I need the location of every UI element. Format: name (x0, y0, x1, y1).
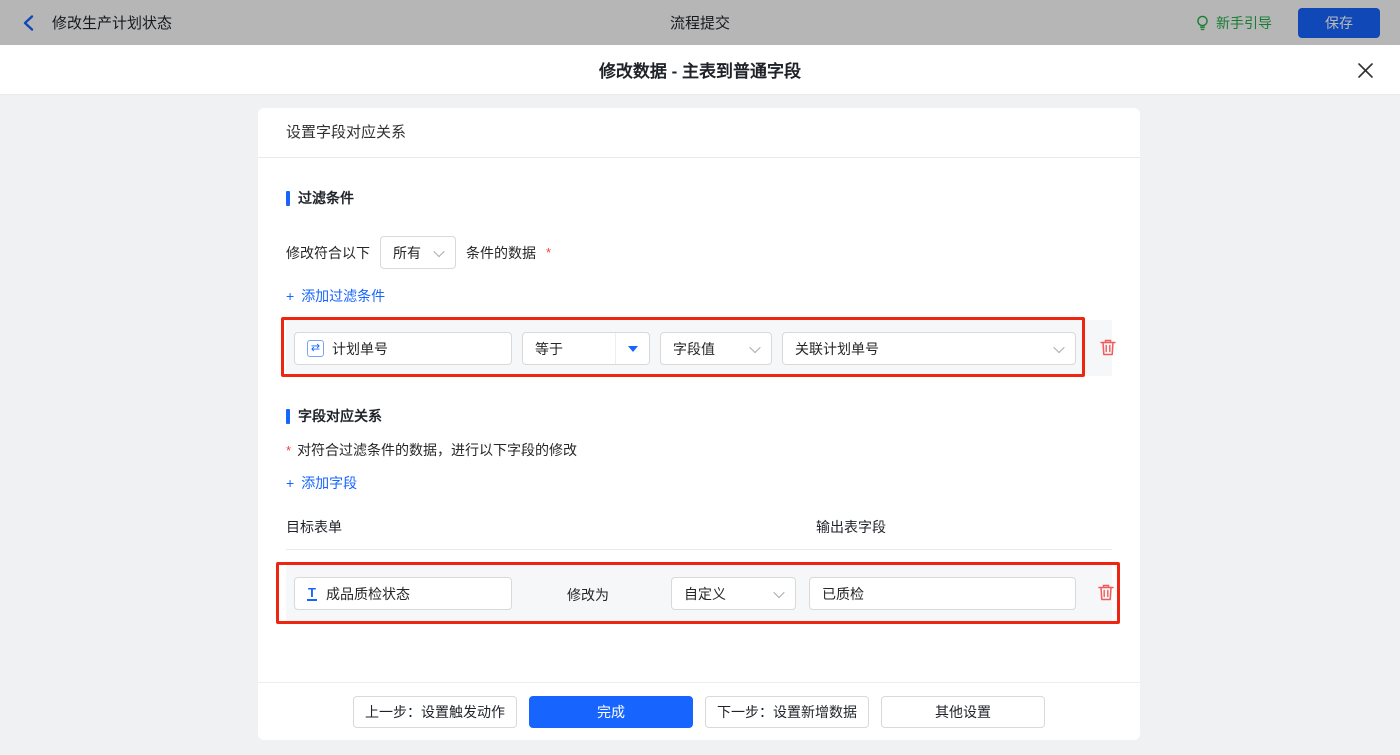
target-form-column-header: 目标表单 (286, 517, 816, 537)
delete-filter-row-button[interactable] (1098, 338, 1118, 358)
plus-icon: + (286, 288, 294, 304)
required-asterisk: * (546, 245, 551, 260)
match-suffix-label: 条件的数据 (466, 243, 536, 263)
filter-field-input[interactable]: ⇄ 计划单号 (294, 332, 512, 365)
filter-value-select[interactable]: 关联计划单号 (782, 332, 1076, 365)
required-asterisk: * (286, 443, 291, 458)
mapping-table-header: 目标表单 输出表字段 (286, 517, 1112, 550)
other-settings-button[interactable]: 其他设置 (881, 696, 1045, 728)
value-type-select[interactable]: 字段值 (660, 332, 772, 365)
card-footer: 上一步：设置触发动作 完成 下一步：设置新增数据 其他设置 (258, 682, 1140, 740)
trash-icon (1097, 583, 1115, 602)
modal-title: 修改数据 - 主表到普通字段 (599, 57, 801, 82)
output-field-column-header: 输出表字段 (816, 517, 886, 537)
custom-value-input[interactable]: 已质检 (809, 577, 1076, 610)
modal-dim-overlay (0, 0, 1400, 45)
section-accent-bar (286, 191, 290, 206)
edit-data-modal: 修改数据 - 主表到普通字段 设置字段对应关系 过滤条件 修改符合以下 所有 (0, 45, 1400, 755)
chevron-down-icon (773, 586, 784, 597)
mapping-row: T 成品质检状态 修改为 自定义 已质检 (286, 564, 1112, 622)
prev-step-button[interactable]: 上一步：设置触发动作 (353, 696, 517, 728)
add-filter-condition-link[interactable]: + 添加过滤条件 (286, 286, 385, 306)
done-button[interactable]: 完成 (529, 696, 693, 728)
target-field-input[interactable]: T 成品质检状态 (294, 577, 512, 610)
match-prefix-label: 修改符合以下 (286, 243, 370, 263)
add-field-link[interactable]: + 添加字段 (286, 473, 357, 493)
field-mapping-card: 设置字段对应关系 过滤条件 修改符合以下 所有 条件的数据 * + 添加过滤条件 (258, 108, 1140, 740)
value-mode-select[interactable]: 自定义 (671, 577, 796, 610)
filter-section-title: 过滤条件 (286, 188, 1112, 208)
card-title: 设置字段对应关系 (258, 108, 1140, 158)
plus-icon: + (286, 475, 294, 491)
mapping-description: * 对符合过滤条件的数据，进行以下字段的修改 (286, 440, 1112, 460)
modify-to-label: 修改为 (567, 585, 609, 605)
chevron-down-icon (749, 341, 760, 352)
serial-field-icon: ⇄ (307, 340, 324, 357)
operator-select[interactable]: 等于 (522, 332, 650, 365)
close-icon[interactable] (1354, 59, 1376, 81)
text-field-icon: T (307, 586, 317, 601)
section-accent-bar (286, 409, 290, 424)
next-step-button[interactable]: 下一步：设置新增数据 (705, 696, 869, 728)
match-mode-select[interactable]: 所有 (380, 236, 456, 269)
mapping-section-title: 字段对应关系 (286, 406, 1112, 426)
caret-down-icon (628, 346, 638, 352)
modal-header: 修改数据 - 主表到普通字段 (0, 45, 1400, 95)
trash-icon (1099, 338, 1117, 357)
filter-match-row: 修改符合以下 所有 条件的数据 * (286, 236, 1112, 269)
delete-mapping-row-button[interactable] (1096, 583, 1116, 603)
chevron-down-icon (1053, 341, 1064, 352)
filter-condition-row: ⇄ 计划单号 等于 字段值 关联计划单号 (286, 320, 1112, 376)
chevron-down-icon (433, 245, 444, 256)
